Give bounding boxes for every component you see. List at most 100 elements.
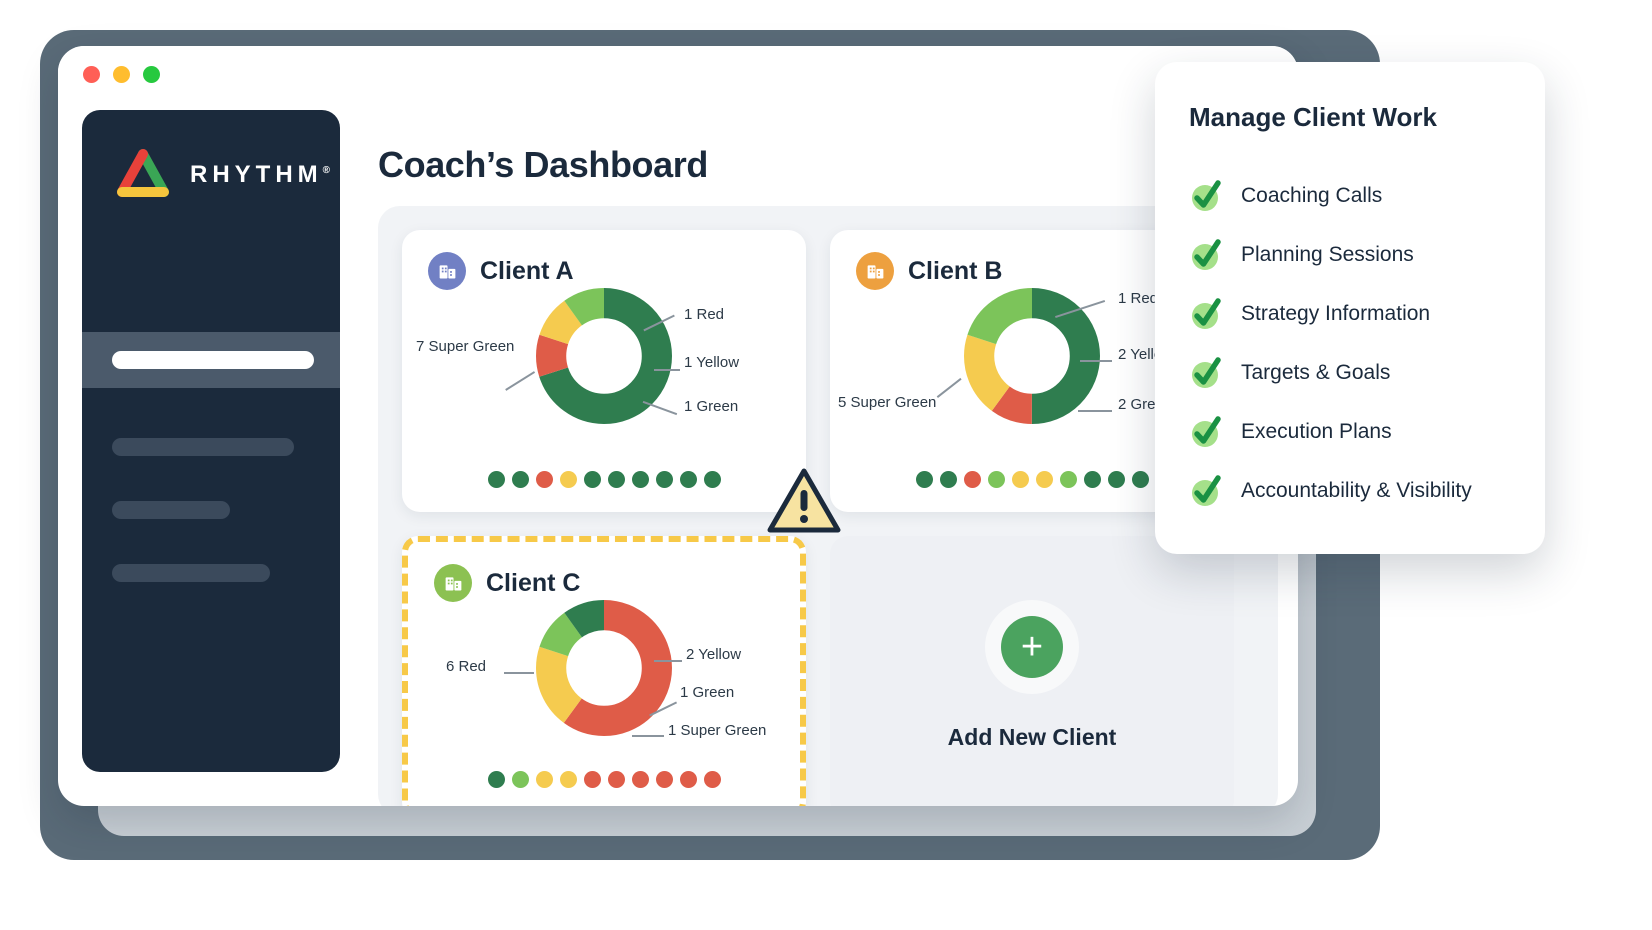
status-dot <box>1059 471 1077 488</box>
close-button[interactable] <box>83 66 100 83</box>
checklist-item[interactable]: Strategy Information <box>1189 284 1519 343</box>
status-dot <box>655 771 673 788</box>
sidebar-item-3[interactable] <box>112 501 230 519</box>
status-dot <box>1107 471 1125 488</box>
leader-line <box>632 735 664 737</box>
status-dot <box>631 771 649 788</box>
client-a-chart: 7 Super Green 1 Red 1 Yellow 1 Green <box>402 284 806 456</box>
logo-text: RHYTHM <box>190 161 323 188</box>
status-dot <box>559 771 577 788</box>
client-a-status-dots <box>402 471 806 488</box>
checklist-item[interactable]: Targets & Goals <box>1189 343 1519 402</box>
warning-triangle-icon[interactable] <box>766 466 842 536</box>
status-dot <box>703 771 721 788</box>
status-dot <box>655 471 673 488</box>
minimize-button[interactable] <box>113 66 130 83</box>
check-icon <box>1189 415 1223 449</box>
client-c-donut <box>536 600 672 736</box>
checklist-item-label: Planning Sessions <box>1241 242 1414 266</box>
client-c-label-red: 6 Red <box>446 658 487 675</box>
status-dot <box>915 471 933 488</box>
check-icon <box>1189 297 1223 331</box>
checklist-item-label: Strategy Information <box>1241 301 1431 325</box>
sidebar-item-4[interactable] <box>112 564 270 582</box>
status-dot <box>939 471 957 488</box>
checklist-item[interactable]: Accountability & Visibility <box>1189 461 1519 520</box>
leader-line <box>505 371 535 391</box>
sidebar: RHYTHM® <box>82 110 340 772</box>
client-a-name: Client A <box>480 256 574 285</box>
status-dot <box>511 471 529 488</box>
add-client-label: Add New Client <box>947 724 1117 750</box>
client-b-label-super-green: 5 Super Green <box>838 394 937 411</box>
status-dot <box>535 771 553 788</box>
leader-line <box>654 369 680 371</box>
page-title: Coach’s Dashboard <box>378 144 708 185</box>
registered-mark: ® <box>322 165 331 176</box>
leader-line <box>1080 360 1112 362</box>
check-icon <box>1189 474 1223 508</box>
leader-line <box>936 377 962 398</box>
checklist-item-label: Execution Plans <box>1241 419 1392 443</box>
client-a-label-green: 1 Green <box>684 398 739 415</box>
status-dot <box>1011 471 1029 488</box>
status-dot <box>487 471 505 488</box>
client-a-label-super-green: 7 Super Green <box>416 338 515 355</box>
add-client-button[interactable]: + <box>985 600 1079 694</box>
status-dot <box>1131 471 1149 488</box>
client-b-name: Client B <box>908 256 1003 285</box>
add-new-client-card[interactable]: + Add New Client <box>830 536 1234 806</box>
app-window: RHYTHM® Coach’s Dashboard Client A 7 Sup… <box>58 46 1298 806</box>
status-dot <box>963 471 981 488</box>
status-dot <box>511 771 529 788</box>
client-card-a[interactable]: Client A 7 Super Green 1 Red 1 Yellow 1 … <box>402 230 806 512</box>
status-dot <box>1083 471 1101 488</box>
status-dot <box>583 771 601 788</box>
screenshot-root: RHYTHM® Coach’s Dashboard Client A 7 Sup… <box>0 0 1652 930</box>
window-titlebar <box>58 46 1298 104</box>
sidebar-item-2[interactable] <box>112 438 294 456</box>
client-c-label-super-green: 1 Super Green <box>668 722 767 739</box>
status-dot <box>1035 471 1053 488</box>
status-dot <box>631 471 649 488</box>
client-b-label-red: 1 Red <box>1118 290 1159 307</box>
client-a-label-red: 1 Red <box>684 306 725 323</box>
maximize-button[interactable] <box>143 66 160 83</box>
client-c-name: Client C <box>486 568 581 597</box>
status-dot <box>703 471 721 488</box>
client-c-status-dots <box>408 771 800 788</box>
status-dot <box>607 471 625 488</box>
panel-item-list: Coaching Calls Planning Sessions Strategy … <box>1189 166 1519 520</box>
client-c-label-yellow: 2 Yellow <box>686 646 742 663</box>
status-dot <box>679 771 697 788</box>
sidebar-item-active-label[interactable] <box>112 351 314 369</box>
checklist-item-label: Targets & Goals <box>1241 360 1391 384</box>
logo-wordmark: RHYTHM® <box>190 161 330 189</box>
panel-title: Manage Client Work <box>1189 102 1438 132</box>
check-icon <box>1189 238 1223 272</box>
status-dot <box>487 771 505 788</box>
checklist-item[interactable]: Execution Plans <box>1189 402 1519 461</box>
status-dot <box>583 471 601 488</box>
leader-line <box>1078 410 1112 412</box>
manage-client-work-panel: Manage Client Work Coaching Calls Plannin… <box>1155 62 1545 554</box>
leader-line <box>504 672 534 674</box>
checklist-item[interactable]: Coaching Calls <box>1189 166 1519 225</box>
checklist-item-label: Coaching Calls <box>1241 183 1383 207</box>
status-dot <box>535 471 553 488</box>
leader-line <box>654 660 682 662</box>
status-dot <box>559 471 577 488</box>
client-c-label-green: 1 Green <box>680 684 735 701</box>
rhythm-logo-icon <box>117 149 169 197</box>
check-icon <box>1189 179 1223 213</box>
status-dot <box>607 771 625 788</box>
status-dot <box>679 471 697 488</box>
status-dot <box>987 471 1005 488</box>
app-logo[interactable]: RHYTHM® <box>112 146 330 204</box>
checklist-item[interactable]: Planning Sessions <box>1189 225 1519 284</box>
check-icon <box>1189 356 1223 390</box>
client-card-c[interactable]: Client C 6 Red 2 Yellow 1 Green 1 Super … <box>402 536 806 806</box>
plus-icon: + <box>1001 616 1063 678</box>
client-c-chart: 6 Red 2 Yellow 1 Green 1 Super Green <box>408 596 800 768</box>
client-a-label-yellow: 1 Yellow <box>684 354 740 371</box>
